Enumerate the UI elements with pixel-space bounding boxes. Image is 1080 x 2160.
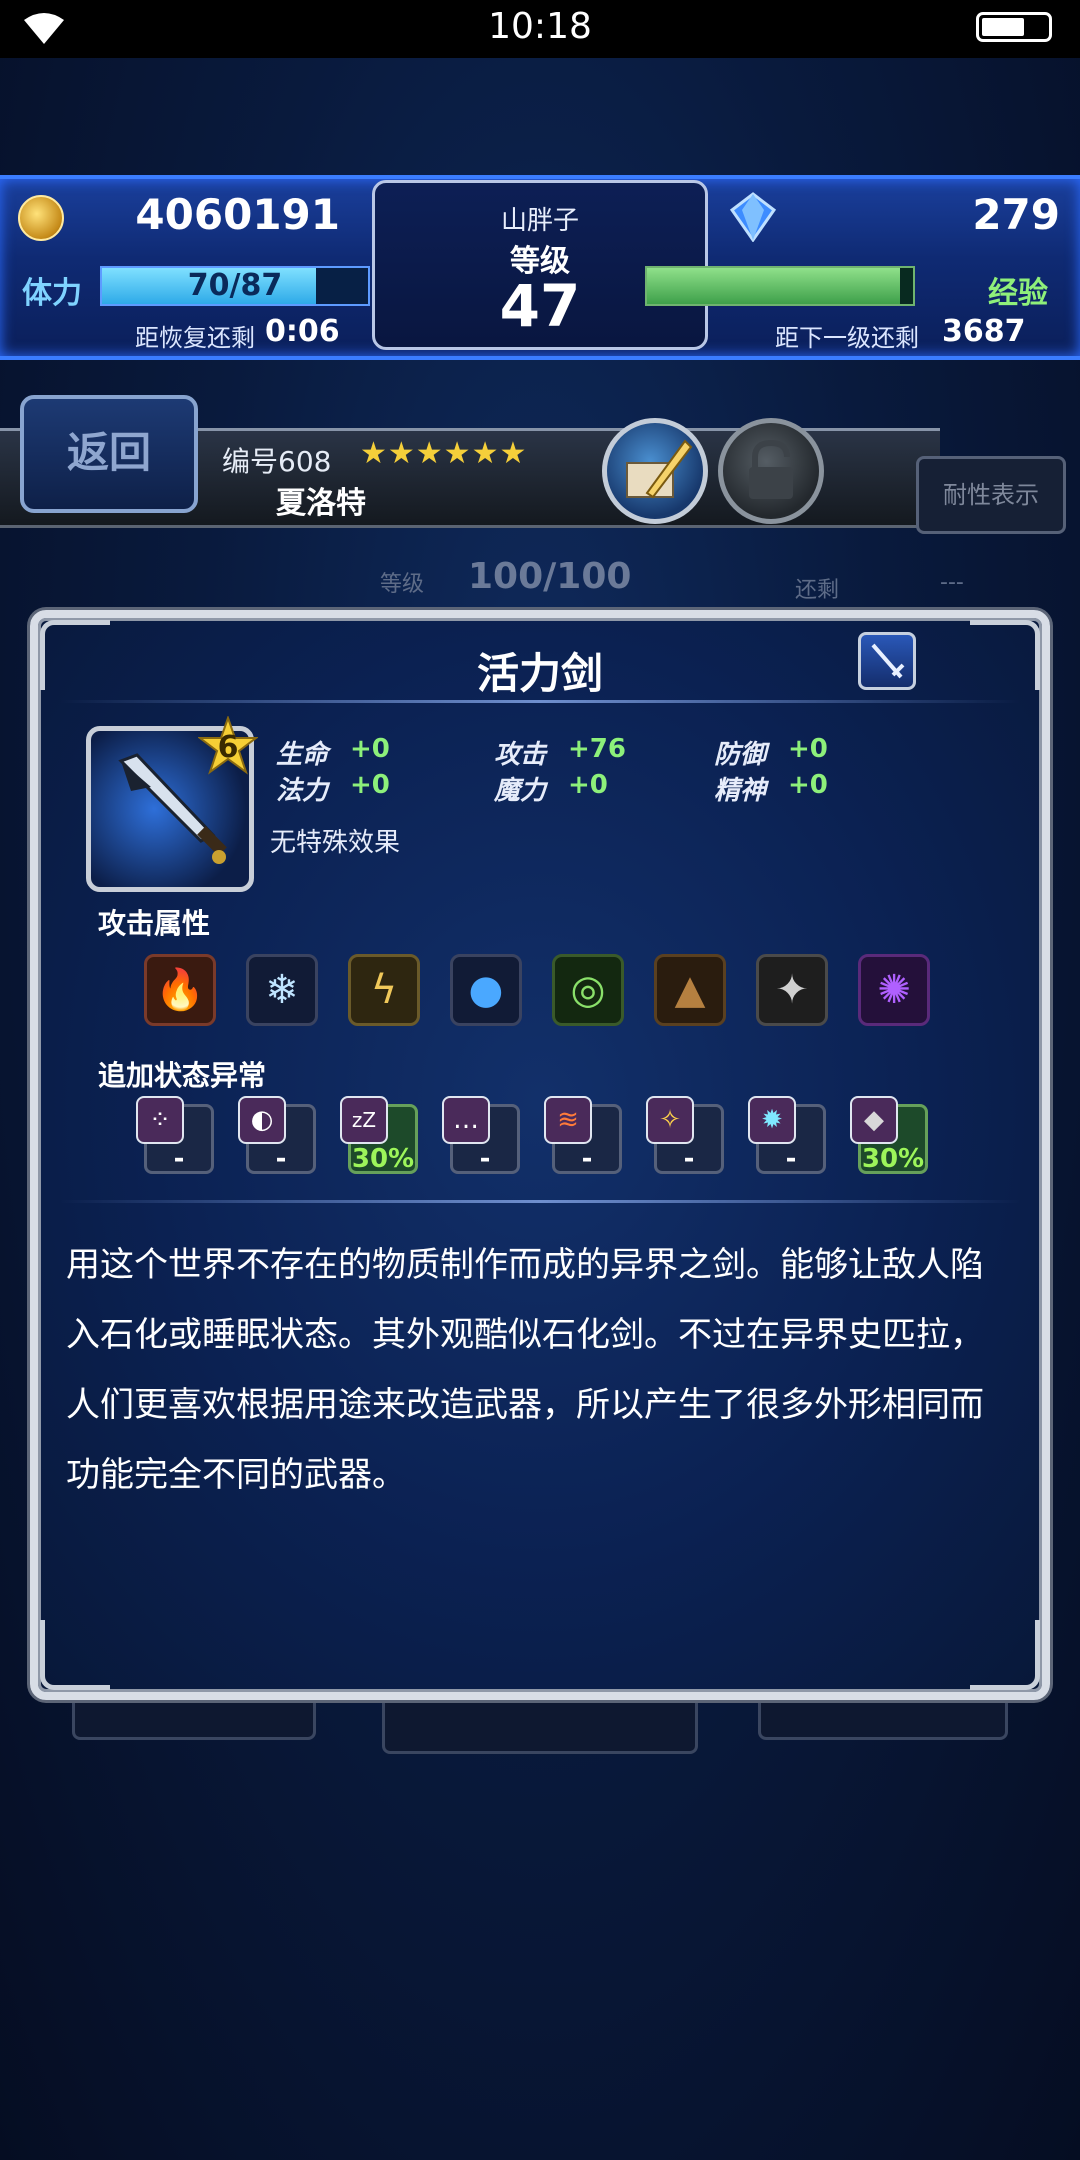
- bg-level-value: 100/100: [468, 556, 632, 597]
- padlock-icon: [749, 439, 793, 499]
- unit-number: 编号608: [222, 445, 332, 478]
- description-divider: [60, 1200, 1020, 1203]
- unit-name: 夏洛特: [276, 486, 366, 521]
- stat-value-spr: +0: [788, 770, 828, 800]
- water-icon: ●: [450, 954, 522, 1026]
- sleep-icon: zZ: [340, 1096, 388, 1144]
- special-effect-text: 无特殊效果: [270, 828, 401, 858]
- ailment-value: 30%: [861, 1144, 925, 1174]
- stat-value-def: +0: [788, 734, 828, 764]
- quill-icon[interactable]: [602, 418, 708, 524]
- ailment-value: -: [173, 1144, 185, 1174]
- stat-value-mag: +0: [568, 770, 608, 800]
- gil-coin-icon: [18, 195, 64, 241]
- bg-level-label: 等级: [380, 572, 425, 597]
- ice-icon: ❄: [246, 954, 318, 1026]
- stat-label-mp: 法力: [276, 776, 329, 806]
- recover-label: 距恢复还剩: [135, 324, 255, 352]
- ailment-value: -: [275, 1144, 287, 1174]
- battery-icon: [976, 12, 1052, 42]
- stat-label-mag: 魔力: [494, 776, 547, 806]
- lapis-amount: 279: [972, 190, 1060, 239]
- status-ailment-label: 追加状态异常: [98, 1059, 267, 1092]
- wind-icon: ◎: [552, 954, 624, 1026]
- silence-icon: …: [442, 1096, 490, 1144]
- dark-icon: ✺: [858, 954, 930, 1026]
- confuse-icon: ✧: [646, 1096, 694, 1144]
- earth-icon: ▲: [654, 954, 726, 1026]
- ailment-value: -: [581, 1144, 593, 1174]
- title-divider: [60, 700, 1020, 703]
- resistance-button[interactable]: 耐性表示: [916, 456, 1066, 534]
- ailment-value: -: [683, 1144, 695, 1174]
- fire-icon: 🔥: [144, 954, 216, 1026]
- poison-icon: ⁘: [136, 1096, 184, 1144]
- paralysis-icon: ≋: [544, 1096, 592, 1144]
- player-name: 山胖子: [500, 206, 579, 236]
- next-level-label: 距下一级还剩: [775, 324, 919, 352]
- description-line: 功能完全不同的武器。: [66, 1455, 406, 1495]
- status-time: 10:18: [488, 6, 592, 47]
- petrify-icon: ◆: [850, 1096, 898, 1144]
- stat-label-atk: 攻击: [494, 740, 547, 770]
- bg-remain-label: 还剩: [795, 578, 840, 603]
- disease-icon: ✹: [748, 1096, 796, 1144]
- stamina-value: 70/87: [187, 268, 283, 303]
- next-level-value: 3687: [942, 314, 1026, 349]
- stat-value-mp: +0: [350, 770, 390, 800]
- description-line: 入石化或睡眠状态。其外观酷似石化剑。不过在异界史匹拉，: [66, 1315, 984, 1355]
- recover-time: 0:06: [265, 314, 340, 349]
- stat-label-def: 防御: [714, 740, 767, 770]
- stat-value-atk: +76: [568, 734, 626, 764]
- lapis-gem-icon: [730, 192, 776, 242]
- bg-remain-value: ---: [940, 570, 964, 595]
- ailment-value: -: [785, 1144, 797, 1174]
- corner-ornament: [40, 1620, 110, 1690]
- back-button[interactable]: 返回: [20, 395, 198, 513]
- exp-label: 经验: [988, 276, 1048, 311]
- stat-value-hp: +0: [350, 734, 390, 764]
- stamina-label: 体力: [22, 276, 82, 311]
- description-line: 用这个世界不存在的物质制作而成的异界之剑。能够让敌人陷: [66, 1245, 984, 1285]
- ailment-value: -: [479, 1144, 491, 1174]
- ailment-value: 30%: [351, 1144, 415, 1174]
- stat-label-spr: 精神: [714, 776, 767, 806]
- sword-icon: [871, 643, 905, 679]
- blind-icon: ◐: [238, 1096, 286, 1144]
- equipment-description: 用这个世界不存在的物质制作而成的异界之剑。能够让敌人陷 入石化或睡眠状态。其外观…: [66, 1230, 1006, 1510]
- corner-ornament: [970, 1620, 1040, 1690]
- gil-amount: 4060191: [135, 190, 340, 239]
- exp-bar-fill: [647, 268, 900, 304]
- description-line: 人们更喜欢根据用途来改造武器，所以产生了很多外形相同而: [66, 1385, 984, 1425]
- book-quill-icon: [626, 439, 693, 499]
- rarity-stars: ★★★★★★: [360, 436, 528, 471]
- weapon-type-badge: [858, 632, 916, 690]
- stat-label-hp: 生命: [276, 740, 329, 770]
- lock-icon[interactable]: [718, 418, 824, 524]
- lightning-icon: ϟ: [348, 954, 420, 1026]
- attack-attribute-label: 攻击属性: [98, 907, 211, 940]
- rarity-number: 6: [217, 730, 239, 765]
- holy-icon: ✦: [756, 954, 828, 1026]
